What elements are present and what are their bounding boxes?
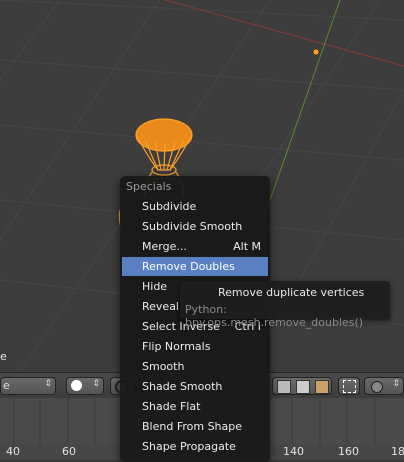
menu-item[interactable]: Shape Propagate [122,437,268,456]
menu-item-label: Flip Normals [142,340,211,353]
menu-item[interactable]: Subdivide [122,197,268,216]
mode-select-label: e [3,379,10,392]
updown-arrow-icon: ⇕ [92,379,100,389]
menu-item-label: Reveal [142,300,179,313]
menu-item-label: Hide [142,280,168,293]
solid-sphere-icon [71,380,82,391]
menu-item[interactable]: Subdivide Smooth [122,217,268,236]
menu-item[interactable]: Blend From Shape [122,417,268,436]
select-mode-buttons[interactable] [272,377,332,395]
tooltip-text: Remove duplicate vertices [218,286,365,299]
menu-item-label: Blend From Shape [142,420,243,433]
limit-selection-icon [343,380,356,393]
menu-item-label: Subdivide [142,200,197,213]
menu-item-label: Shape Propagate [142,440,236,453]
viewport-object-label: e [0,350,7,363]
menu-item[interactable]: Flip Normals [122,337,268,356]
edge-select-icon [296,380,310,394]
menu-item-shortcut: Alt M [233,240,261,253]
menu-title: Specials [126,180,172,193]
viewport-shading-select[interactable]: ⇕ [66,377,104,395]
proportional-edit-icon [371,381,383,393]
timeline-tick: 40 [6,445,20,458]
proportional-edit-select[interactable]: ⇕ [364,377,404,395]
menu-item-label: Shade Flat [142,400,201,413]
menu-item[interactable]: Merge... Alt M [122,237,268,256]
timeline-tick: 140 [283,445,304,458]
tooltip: Remove duplicate vertices Python: bpy.op… [180,281,390,329]
menu-item-label: Remove Doubles [142,260,235,273]
menu-item-label: Subdivide Smooth [142,220,243,233]
menu-item-label: Shade Smooth [142,380,223,393]
menu-item[interactable]: Shade Flat [122,397,268,416]
menu-item[interactable]: Smooth [122,357,268,376]
lamp-origin [312,48,320,56]
vertex-select-icon [277,380,291,394]
mode-select[interactable]: e ⇕ [0,377,56,395]
updown-arrow-icon: ⇕ [392,379,400,389]
menu-item[interactable]: Remove Doubles [122,257,268,276]
updown-arrow-icon: ⇕ [44,379,52,389]
timeline-tick: 180 [391,445,404,458]
timeline-tick: 60 [62,445,76,458]
timeline-tick: 160 [338,445,359,458]
x-axis-line [164,0,404,67]
occlude-geometry-button[interactable] [338,377,360,395]
face-select-icon [315,380,329,394]
menu-item[interactable]: Shade Smooth [122,377,268,396]
tooltip-python: Python: bpy.ops.mesh.remove_doubles() [185,303,364,329]
menu-item-label: Smooth [142,360,185,373]
menu-item-label: Merge... [142,240,187,253]
